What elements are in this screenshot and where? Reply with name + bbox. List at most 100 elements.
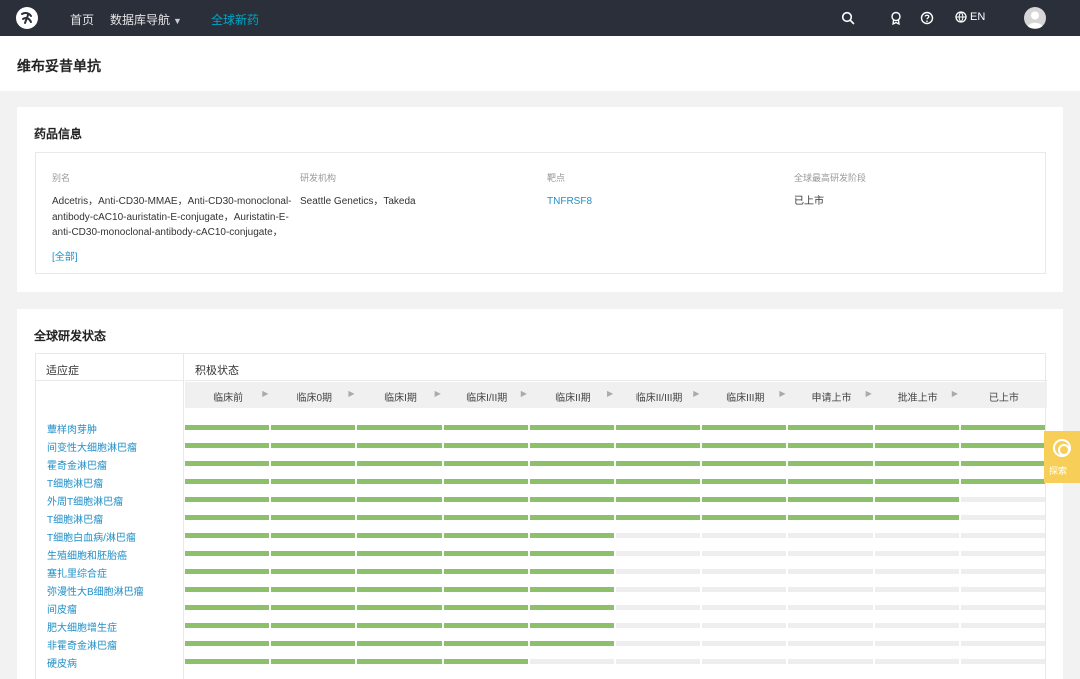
target-column: 靶点 TNFRSF8	[547, 171, 787, 210]
phase-segment-complete	[185, 569, 270, 574]
phase-segment-complete	[185, 641, 270, 646]
stage-column: 全球最高研发阶段 已上市	[794, 171, 1034, 210]
indication-link[interactable]: 霍奇金淋巴瘤	[47, 457, 107, 472]
avatar-icon[interactable]	[1024, 7, 1046, 29]
phase-segment-empty	[788, 659, 873, 664]
org-column: 研发机构 Seattle Genetics，Takeda	[300, 171, 540, 210]
phase-segment-complete	[788, 497, 873, 502]
phase-segment-empty	[529, 659, 614, 664]
chevron-right-icon: ▶	[262, 389, 269, 398]
phase-segment-empty	[960, 659, 1045, 664]
phase-segment-complete	[529, 425, 614, 430]
phase-segment-empty	[788, 533, 873, 538]
indication-link[interactable]: 外周T细胞淋巴瘤	[47, 493, 123, 508]
phase-segment-complete	[185, 551, 270, 556]
phase-segment-empty	[874, 659, 959, 664]
indication-link[interactable]: 生殖细胞和胚胎癌	[47, 547, 127, 562]
indication-link[interactable]: 非霍奇金淋巴瘤	[47, 637, 117, 652]
phase-segment-complete	[443, 443, 528, 448]
global-status-card: 全球研发状态 适应症 积极状态 临床前 ▶ 临床0期 ▶ 临床I期 ▶ 临床I/II期 ▶ 临床…	[17, 309, 1063, 679]
search-icon[interactable]	[841, 11, 855, 25]
phase-segment-empty	[874, 623, 959, 628]
chevron-right-icon: ▶	[951, 389, 958, 398]
phase-segment-complete	[443, 497, 528, 502]
chevron-right-icon: ▶	[434, 389, 441, 398]
phase-segment-complete	[357, 461, 442, 466]
indication-progress-track	[185, 425, 1047, 430]
indication-progress-track	[185, 551, 1047, 556]
phase-segment-complete	[702, 497, 787, 502]
phase-segment-complete	[529, 587, 614, 592]
language-switch[interactable]: EN	[955, 11, 985, 23]
alias-show-all-link[interactable]: [全部]	[52, 248, 292, 263]
phase-label: 申请上市	[811, 393, 852, 404]
phase-segment-complete	[443, 479, 528, 484]
phase-segment-complete	[529, 443, 614, 448]
phase-segment-empty	[616, 605, 701, 610]
phase-segment-complete	[960, 443, 1045, 448]
active-status-header: 积极状态	[185, 354, 1047, 381]
indication-link[interactable]: T细胞淋巴瘤	[47, 511, 103, 526]
phase-segment-empty	[616, 533, 701, 538]
award-icon[interactable]	[889, 11, 903, 25]
nav-database[interactable]: 数据库导航 ▼	[110, 11, 182, 28]
phase-segment-empty	[874, 587, 959, 592]
phase-segment-empty	[960, 533, 1045, 538]
help-icon[interactable]	[920, 11, 934, 25]
status-table: 适应症 积极状态 临床前 ▶ 临床0期 ▶ 临床I期 ▶ 临床I/II期 ▶ 临床II期 ▶ 临床I…	[35, 353, 1047, 679]
phase-segment-complete	[271, 515, 356, 520]
indication-link[interactable]: 肥大细胞增生症	[47, 619, 117, 634]
phase-segment-empty	[702, 641, 787, 646]
phase-segment-complete	[357, 569, 442, 574]
indication-link[interactable]: T细胞淋巴瘤	[47, 475, 103, 490]
phase-segment-complete	[529, 605, 614, 610]
indication-progress-track	[185, 515, 1047, 520]
phase-segment-complete	[357, 605, 442, 610]
phase-segment-complete	[788, 443, 873, 448]
phase-segment-empty	[702, 551, 787, 556]
phase-segment-complete	[443, 551, 528, 556]
explore-float-tab[interactable]: 探索	[1044, 431, 1080, 483]
indication-link[interactable]: 间变性大细胞淋巴瘤	[47, 439, 137, 454]
indication-link[interactable]: 硬皮病	[47, 655, 77, 670]
phase-segment-complete	[185, 461, 270, 466]
indication-link[interactable]: T细胞白血病/淋巴瘤	[47, 529, 136, 544]
phase-segment-complete	[185, 623, 270, 628]
chevron-right-icon: ▶	[520, 389, 527, 398]
phase-segment-empty	[616, 551, 701, 556]
active-status-header-label: 积极状态	[195, 365, 239, 377]
phase-segment-complete	[702, 443, 787, 448]
drug-info-card: 药品信息 别名 Adcetris，Anti-CD30-MMAE，Anti-CD3…	[17, 107, 1063, 292]
target-link[interactable]: TNFRSF8	[547, 194, 787, 210]
phase-segment-empty	[616, 569, 701, 574]
nav-home[interactable]: 首页	[70, 11, 94, 28]
phase-segment-complete	[960, 425, 1045, 430]
top-navbar: 首页 数据库导航 ▼ 全球新药 EN	[0, 0, 1080, 36]
indication-link[interactable]: 塞扎里综合症	[47, 565, 107, 580]
nav-global-new-drugs[interactable]: 全球新药	[211, 11, 259, 28]
phase-segment-empty	[702, 605, 787, 610]
logo-icon[interactable]	[16, 7, 38, 29]
phase-segment-empty	[874, 551, 959, 556]
phase-segment-empty	[616, 623, 701, 628]
phase-segment-empty	[788, 641, 873, 646]
phase-segment-complete	[271, 587, 356, 592]
phase-label: 临床III期	[726, 393, 765, 404]
phase-segment-complete	[185, 443, 270, 448]
phase-segment-complete	[874, 479, 959, 484]
phase-segment-empty	[960, 641, 1045, 646]
indication-link[interactable]: 间皮瘤	[47, 601, 77, 616]
indication-link[interactable]: 弥漫性大B细胞淋巴瘤	[47, 583, 144, 598]
phase-segment-complete	[443, 533, 528, 538]
phase-segment-complete	[185, 515, 270, 520]
indication-header: 适应症	[36, 354, 184, 381]
chevron-right-icon: ▶	[607, 389, 614, 398]
indication-link[interactable]: 蕈样肉芽肿	[47, 421, 97, 436]
phase-segment-complete	[443, 461, 528, 466]
indication-progress-track	[185, 641, 1047, 646]
nav-database-label: 数据库导航	[110, 13, 171, 27]
phase-segment-empty	[874, 533, 959, 538]
phase-label: 临床I/II期	[466, 393, 508, 404]
chevron-right-icon: ▶	[779, 389, 786, 398]
phase-segment-complete	[616, 497, 701, 502]
